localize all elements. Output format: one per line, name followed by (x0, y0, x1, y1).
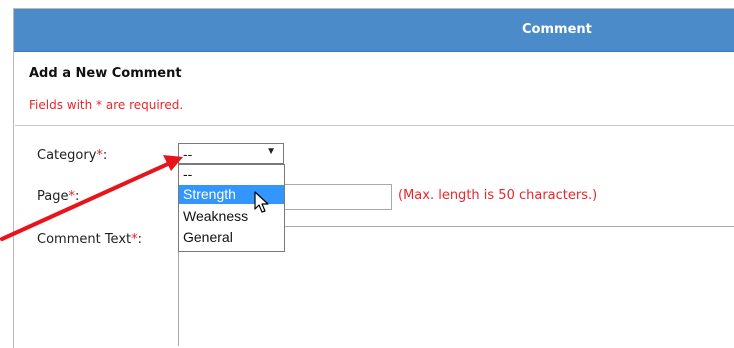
page-label: Page*: (37, 189, 79, 204)
comment-text-label: Comment Text*: (37, 232, 142, 247)
comment-text-label-text: Comment Text (37, 232, 132, 247)
page-input[interactable] (284, 184, 392, 210)
divider (15, 125, 734, 126)
label-colon: : (137, 232, 143, 247)
panel-header: Comment (14, 9, 734, 52)
required-fields-note: Fields with * are required. (29, 98, 184, 112)
dropdown-arrow-icon[interactable]: ▼ (266, 146, 276, 157)
category-label: Category*: (37, 148, 107, 163)
label-colon: : (74, 189, 80, 204)
dropdown-option-empty[interactable]: -- (179, 165, 284, 184)
page-max-length-hint: (Max. length is 50 characters.) (398, 188, 598, 203)
category-select[interactable]: -- ▼ (178, 143, 284, 164)
mouse-pointer-icon (254, 191, 269, 213)
category-label-text: Category (37, 148, 97, 163)
page-label-text: Page (37, 189, 69, 204)
panel-title: Comment (522, 22, 592, 37)
category-selected-value: -- (183, 146, 193, 162)
label-colon: : (102, 148, 108, 163)
dropdown-option-general[interactable]: General (179, 228, 284, 247)
section-title: Add a New Comment (29, 66, 182, 81)
